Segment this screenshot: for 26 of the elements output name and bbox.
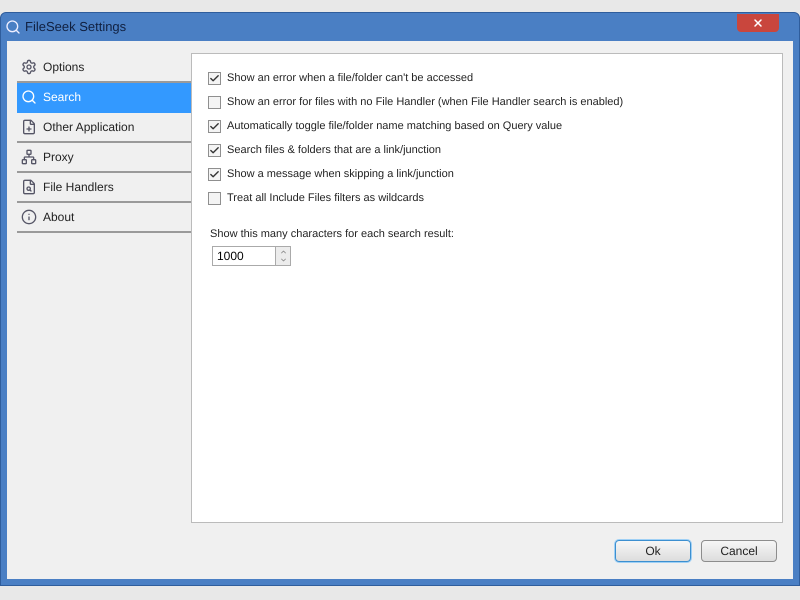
search-icon bbox=[5, 19, 21, 35]
checkbox[interactable] bbox=[208, 72, 221, 84]
checkbox[interactable] bbox=[208, 120, 221, 132]
checkbox-label: Show a message when skipping a link/junction bbox=[227, 166, 454, 182]
field-label: Show this many characters for each search result: bbox=[210, 227, 455, 242]
window-title: FileSeek Settings bbox=[25, 18, 126, 36]
checkbox-label: Show an error for files with no File Handler (when File Handler search is enabled) bbox=[227, 94, 624, 110]
checkbox-label: Show an error when a file/folder can't be accessed bbox=[227, 70, 474, 86]
checkbox[interactable] bbox=[208, 96, 221, 108]
close-icon bbox=[752, 17, 764, 29]
search-icon bbox=[21, 89, 37, 105]
checkbox-label: Treat all Include Files filters as wildcards bbox=[227, 190, 424, 206]
dialog-button[interactable]: Cancel bbox=[701, 540, 777, 562]
file-plus-icon bbox=[21, 119, 37, 135]
checkbox[interactable] bbox=[208, 168, 221, 180]
info-icon bbox=[21, 209, 37, 225]
checkbox[interactable] bbox=[208, 144, 221, 156]
gear-icon bbox=[21, 59, 37, 75]
network-icon bbox=[21, 149, 37, 165]
number-field[interactable]: 1000 bbox=[212, 246, 276, 266]
checkbox-label: Automatically toggle file/folder name matching based on Query value bbox=[227, 118, 562, 134]
file-search-icon bbox=[21, 179, 37, 195]
dialog-button[interactable]: Ok bbox=[615, 540, 691, 562]
close-button[interactable] bbox=[737, 14, 779, 32]
checkbox[interactable] bbox=[208, 192, 221, 204]
checkbox-label: Search files & folders that are a link/junction bbox=[227, 142, 442, 158]
